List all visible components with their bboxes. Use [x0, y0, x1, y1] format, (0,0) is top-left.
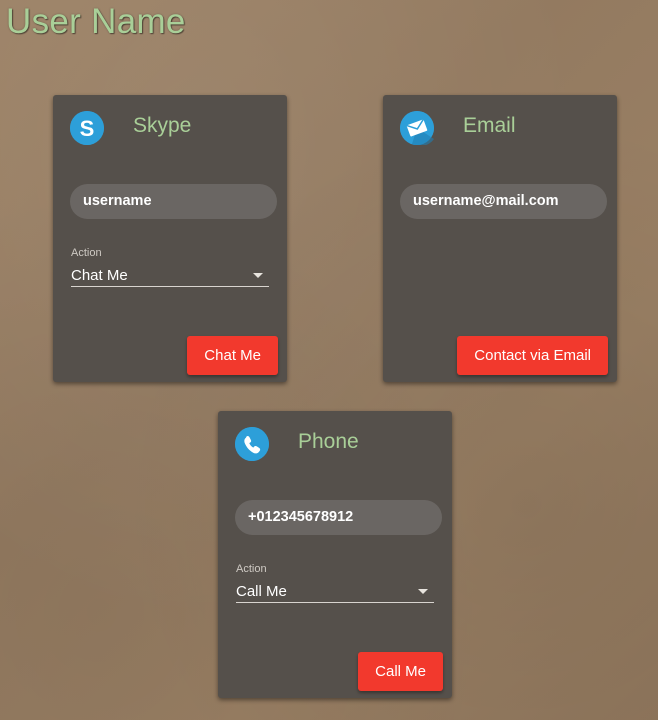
skype-title: Skype — [133, 114, 192, 137]
skype-action-label: Action — [71, 247, 102, 259]
skype-icon: S — [70, 111, 104, 145]
contact-via-email-button[interactable]: Contact via Email — [457, 336, 608, 375]
page-title: User Name — [6, 2, 186, 41]
skype-username: username — [70, 184, 277, 219]
email-card: Email username@mail.com Contact via Emai… — [383, 95, 617, 382]
chevron-down-icon — [418, 588, 428, 594]
skype-action-dropdown[interactable]: Chat Me — [71, 264, 269, 287]
phone-number: +012345678912 — [235, 500, 442, 535]
phone-action-label: Action — [236, 563, 267, 575]
phone-action-select[interactable]: Action Call Me — [236, 563, 434, 603]
skype-action-select[interactable]: Action Chat Me — [71, 247, 269, 287]
email-title: Email — [463, 114, 516, 137]
phone-icon — [235, 427, 269, 461]
call-me-button[interactable]: Call Me — [358, 652, 443, 691]
phone-title: Phone — [298, 430, 359, 453]
phone-action-dropdown[interactable]: Call Me — [236, 580, 434, 603]
chat-me-button[interactable]: Chat Me — [187, 336, 278, 375]
svg-text:S: S — [80, 116, 95, 141]
mail-envelope-icon — [400, 111, 434, 145]
phone-card: Phone +012345678912 Action Call Me Call … — [218, 411, 452, 698]
skype-card: S Skype username Action Chat Me Chat Me — [53, 95, 287, 382]
phone-action-value: Call Me — [236, 582, 287, 600]
chevron-down-icon — [253, 272, 263, 278]
email-address: username@mail.com — [400, 184, 607, 219]
skype-action-value: Chat Me — [71, 266, 128, 284]
